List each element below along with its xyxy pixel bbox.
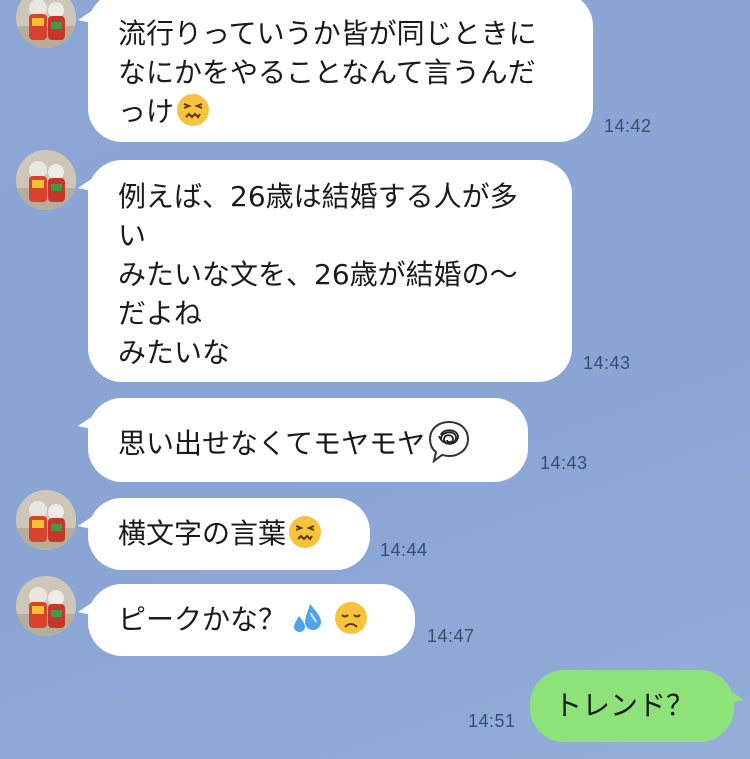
message-text: トレンド？ <box>554 689 695 722</box>
sender-avatar[interactable] <box>16 0 76 48</box>
message-text: 例えば、26歳は結婚する人が多 <box>118 180 518 213</box>
message-bubble[interactable]: 例えば、26歳は結婚する人が多 い みたいな文を、26歳が結婚の〜 だよね みた… <box>78 160 572 382</box>
message-text: っけ <box>118 95 175 128</box>
message-timestamp: 14:44 <box>380 540 428 560</box>
message-timestamp: 14:43 <box>540 453 588 473</box>
sender-avatar[interactable] <box>16 150 76 210</box>
message-bubble[interactable]: 思い出せなくてモヤモヤ <box>78 398 528 482</box>
disappointed-face-icon <box>335 602 368 634</box>
message-timestamp: 14:51 <box>468 711 516 731</box>
sender-avatar[interactable] <box>16 490 76 550</box>
message-text: みたいな <box>118 336 231 369</box>
message-bubble[interactable]: 横文字の言葉 <box>78 498 370 570</box>
message-timestamp: 14:43 <box>583 353 631 373</box>
confounded-face-icon <box>177 94 210 126</box>
message-text: 横文字の言葉 <box>118 517 287 550</box>
message-text: ピークかな？ <box>118 603 287 636</box>
message-timestamp: 14:42 <box>604 116 652 136</box>
sweat-droplets-icon <box>294 604 322 632</box>
message-bubble[interactable]: 流行りっていうか皆が同じときに なにかをやることなんて言うんだ っけ <box>78 0 593 142</box>
message-bubble-outgoing[interactable]: トレンド？ <box>530 670 744 742</box>
confounded-face-icon <box>289 516 322 548</box>
tangled-thought-bubble-icon <box>429 420 470 463</box>
message-text: だよね <box>118 297 203 330</box>
message-text: い <box>118 219 147 252</box>
message-bubble[interactable]: ピークかな？ <box>78 584 415 656</box>
message-text: 流行りっていうか皆が同じときに <box>118 17 537 50</box>
message-text: 思い出せなくてモヤモヤ <box>118 427 426 460</box>
message-text: なにかをやることなんて言うんだ <box>118 56 536 89</box>
sender-avatar[interactable] <box>16 576 76 636</box>
message-timestamp: 14:47 <box>427 626 475 646</box>
message-text: みたいな文を、26歳が結婚の〜 <box>118 258 518 291</box>
